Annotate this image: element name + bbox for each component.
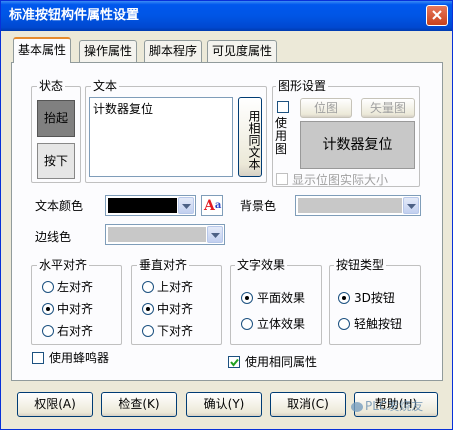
type-label-3d: 3D按钮 — [354, 291, 395, 305]
tab-label: 可见度属性 — [212, 44, 273, 58]
bitmap-label: 位图 — [313, 101, 338, 115]
chevron-down-icon — [407, 204, 416, 209]
permission-label: 权限(A) — [34, 397, 76, 411]
type-radio-3d[interactable] — [338, 292, 350, 304]
effect-label-3d: 立体效果 — [257, 317, 306, 331]
button-preview: 计数器复位 — [300, 121, 415, 169]
text-effect-group — [230, 265, 322, 345]
halign-label-center: 中对齐 — [57, 302, 94, 316]
type-radio-touch[interactable] — [338, 318, 350, 330]
halign-label-left: 左对齐 — [57, 280, 94, 294]
state-group-label: 状态 — [37, 79, 66, 93]
vector-button[interactable]: 矢量图 — [361, 98, 415, 118]
text-effect-group-label: 文字效果 — [235, 258, 288, 272]
dialog-window: 标准按钮构件属性设置 基本属性 操作属性 脚本程序 可见度属性 状态 抬起 按下… — [0, 0, 453, 430]
valign-group-label: 垂直对齐 — [137, 258, 190, 272]
state-down-label: 按下 — [43, 154, 68, 168]
tab-script[interactable]: 脚本程序 — [144, 40, 203, 62]
halign-radio-left[interactable] — [42, 281, 54, 293]
use-buzzer-label: 使用蜂鸣器 — [49, 351, 110, 365]
use-buzzer-checkbox[interactable] — [32, 352, 44, 364]
bitmap-button[interactable]: 位图 — [300, 98, 352, 118]
chevron-down-icon — [182, 204, 191, 209]
vector-label: 矢量图 — [369, 101, 406, 115]
border-color-dropdown[interactable] — [207, 226, 223, 243]
text-color-label: 文本颜色 — [35, 199, 84, 213]
close-button[interactable] — [426, 5, 448, 26]
cancel-button[interactable]: 取消(C) — [270, 392, 346, 417]
button-type-group-label: 按钮类型 — [334, 258, 387, 272]
valign-radio-middle[interactable] — [142, 303, 154, 315]
border-color-label: 边线色 — [35, 230, 72, 244]
state-up-button[interactable]: 抬起 — [37, 100, 75, 137]
effect-radio-flat[interactable] — [241, 292, 253, 304]
valign-label-bottom: 下对齐 — [157, 324, 194, 338]
valign-label-top: 上对齐 — [157, 280, 194, 294]
halign-label-right: 右对齐 — [57, 324, 94, 338]
effect-radio-3d[interactable] — [241, 318, 253, 330]
bg-color-swatch — [298, 198, 402, 213]
bg-color-dropdown[interactable] — [403, 197, 419, 214]
valign-radio-bottom[interactable] — [142, 325, 154, 337]
watermark: PLC发烧友 — [351, 397, 423, 414]
state-down-button[interactable]: 按下 — [37, 143, 75, 179]
chevron-down-icon — [211, 233, 220, 238]
tab-label: 操作属性 — [84, 44, 133, 58]
tab-visibility[interactable]: 可见度属性 — [207, 40, 278, 62]
valign-radio-top[interactable] — [142, 281, 154, 293]
bg-color-label: 背景色 — [240, 199, 277, 213]
use-graphic-label: 使用图 — [275, 116, 288, 156]
text-color-swatch — [108, 198, 177, 213]
font-icon: Aa — [204, 198, 222, 214]
border-color-select[interactable] — [105, 224, 225, 245]
actual-size-label: 显示位图实际大小 — [292, 173, 389, 187]
text-group-label: 文本 — [91, 79, 120, 93]
font-button[interactable]: Aa — [201, 195, 223, 216]
text-color-dropdown[interactable] — [178, 197, 194, 214]
halign-radio-center[interactable] — [42, 303, 54, 315]
valign-label-middle: 中对齐 — [157, 302, 194, 316]
button-type-group — [329, 265, 421, 345]
tab-label: 脚本程序 — [149, 44, 198, 58]
same-text-button[interactable]: 用相同文本 — [238, 97, 262, 177]
close-icon — [432, 10, 442, 20]
halign-radio-right[interactable] — [42, 325, 54, 337]
check-icon — [230, 358, 239, 367]
confirm-button[interactable]: 确认(Y) — [186, 392, 262, 417]
preview-text: 计数器复位 — [322, 137, 393, 153]
tab-operation[interactable]: 操作属性 — [79, 40, 138, 62]
title-bar: 标准按钮构件属性设置 — [1, 1, 452, 31]
permission-button[interactable]: 权限(A) — [17, 392, 93, 417]
bg-color-select[interactable] — [295, 195, 421, 216]
type-label-touch: 轻触按钮 — [354, 317, 403, 331]
tab-panel-basic: 状态 抬起 按下 文本 计数器复位 用相同文本 图形设置 使用图 位图 矢量图 … — [11, 62, 443, 381]
confirm-label: 确认(Y) — [203, 397, 245, 411]
same-text-label: 用相同文本 — [247, 110, 261, 170]
use-same-props-label: 使用相同属性 — [245, 355, 318, 369]
wechat-icon — [351, 401, 363, 412]
use-same-props-checkbox[interactable] — [228, 356, 240, 368]
tab-basic[interactable]: 基本属性 — [13, 37, 72, 63]
halign-group-label: 水平对齐 — [37, 258, 90, 272]
border-color-swatch — [108, 227, 206, 242]
use-graphic-checkbox[interactable] — [277, 101, 289, 113]
text-color-select[interactable] — [105, 195, 196, 216]
text-content-input[interactable]: 计数器复位 — [89, 97, 233, 177]
state-up-label: 抬起 — [43, 111, 68, 125]
tab-label: 基本属性 — [18, 43, 67, 57]
text-content-value: 计数器复位 — [93, 102, 154, 116]
window-title: 标准按钮构件属性设置 — [9, 8, 140, 23]
actual-size-checkbox[interactable] — [276, 173, 288, 185]
cancel-label: 取消(C) — [287, 397, 329, 411]
effect-label-flat: 平面效果 — [257, 291, 306, 305]
check-label: 检查(K) — [118, 397, 160, 411]
graphic-group-label: 图形设置 — [276, 79, 329, 93]
check-button[interactable]: 检查(K) — [101, 392, 177, 417]
watermark-text: PLC发烧友 — [365, 399, 424, 413]
